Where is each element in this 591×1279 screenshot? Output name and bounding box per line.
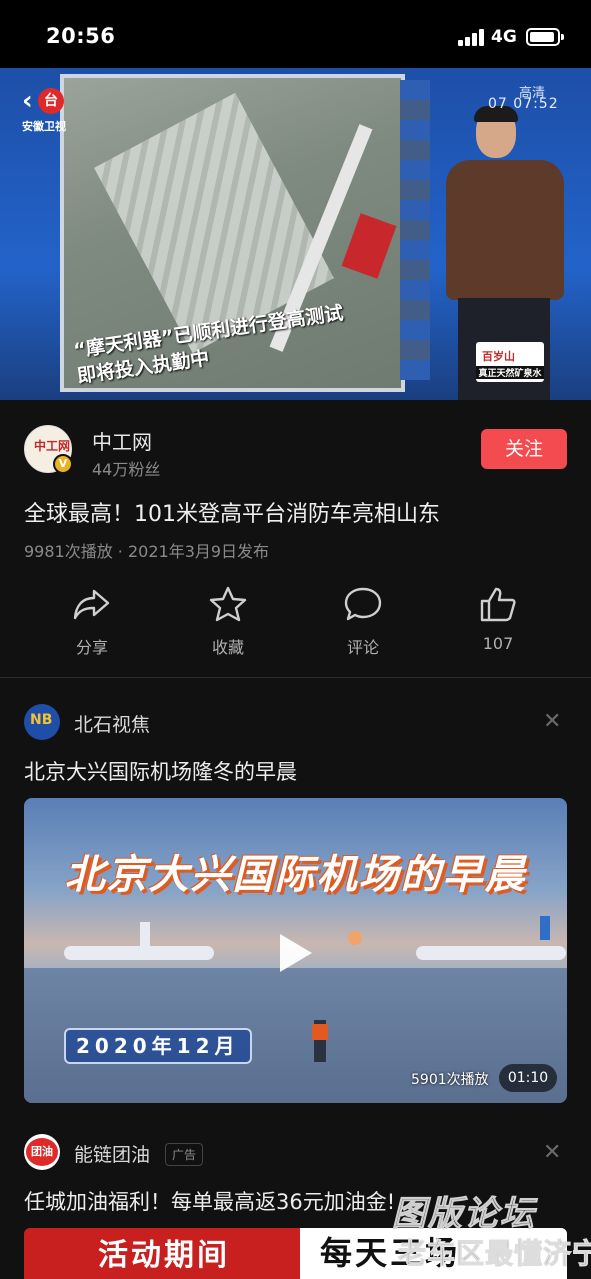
thumbnail-date: 2020年12月	[64, 1028, 252, 1064]
close-icon[interactable]: ✕	[543, 709, 561, 734]
channel-logo: 台 安徽卫视	[22, 88, 82, 138]
publisher-name[interactable]: 中工网	[92, 426, 152, 455]
comment-label: 评论	[346, 638, 379, 657]
like-button[interactable]: 107	[448, 580, 548, 670]
airplane-tail-image	[140, 922, 150, 946]
channel-logo-icon: 台	[38, 88, 64, 114]
watermark-subtitle: 老车区最懂济宁	[397, 1237, 591, 1271]
ad-source[interactable]: 能链团油	[74, 1140, 150, 1167]
publisher-fans: 44万粉丝	[92, 460, 161, 479]
status-time: 20:56	[46, 24, 116, 48]
favorite-button[interactable]: 收藏	[178, 580, 278, 670]
thumbs-up-icon	[480, 587, 516, 622]
thumbnail-banner: 北京大兴国际机场的早晨	[64, 852, 527, 898]
video-meta: 9981次播放 · 2021年3月9日发布	[24, 542, 270, 561]
battery-icon	[526, 28, 564, 46]
share-icon	[73, 589, 110, 620]
video-title: 全球最高！101米登高平台消防车亮相山东	[24, 502, 440, 527]
recommendation-title[interactable]: 北京大兴国际机场隆冬的早晨	[24, 756, 297, 786]
sponsor-ad: 百岁山 真正天然矿泉水	[476, 342, 544, 382]
star-icon	[209, 586, 247, 622]
source-avatar-logo: NB	[30, 712, 53, 728]
ad-image-text: 活动期间	[98, 1238, 230, 1273]
like-count: 107	[482, 634, 514, 653]
worker-vest-image	[312, 1024, 328, 1040]
ad-title[interactable]: 任城加油福利！每单最高返36元加油金!	[24, 1186, 395, 1216]
video-player[interactable]: “摩天利器”已顺利进行登高测试 即将投入执勤中 ‹ 台 安徽卫视 高清 07 0…	[0, 68, 591, 400]
favorite-label: 收藏	[211, 638, 244, 657]
sun-image	[348, 931, 362, 945]
section-divider	[0, 677, 591, 678]
action-bar: 分享 收藏 评论 107	[0, 580, 591, 676]
share-label: 分享	[75, 638, 108, 657]
verified-badge-icon: V	[53, 454, 73, 474]
watermark: 图版论坛	[392, 1194, 536, 1235]
comment-icon	[344, 587, 382, 621]
channel-logo-text: 安徽卫视	[22, 120, 66, 133]
close-icon[interactable]: ✕	[543, 1140, 561, 1165]
publisher-row: 中工网 V 中工网 44万粉丝 关注	[0, 400, 591, 492]
airplane-tail-image	[540, 916, 550, 940]
source-avatar[interactable]: NB	[24, 704, 60, 740]
sponsor-brand: 百岁山	[482, 350, 515, 363]
thumbnail-duration: 01:10	[499, 1064, 557, 1092]
network-type: 4G	[491, 27, 517, 47]
fire-truck-image	[341, 213, 397, 279]
airplane-image	[416, 946, 566, 960]
airplane-image	[64, 946, 214, 960]
recommendation-thumbnail[interactable]: 北京大兴国际机场的早晨 2020年12月 5901次播放 01:10	[24, 798, 567, 1103]
ad-source-avatar-text: 团油	[26, 1138, 58, 1166]
publisher-avatar-text: 中工网	[34, 439, 71, 453]
recommendation-source[interactable]: 北石视焦	[74, 710, 150, 737]
status-bar: 20:56 4G	[0, 0, 591, 68]
follow-button[interactable]: 关注	[481, 429, 567, 469]
thumbnail-views: 5901次播放	[411, 1072, 489, 1088]
sponsor-slogan: 真正天然矿泉水	[476, 366, 544, 379]
signal-icon	[458, 29, 486, 46]
ad-source-avatar[interactable]: 团油	[24, 1134, 60, 1170]
comment-button[interactable]: 评论	[313, 580, 413, 670]
side-thumbnail-strip	[400, 80, 430, 380]
broadcast-clock: 07 07:52	[488, 96, 559, 112]
play-icon[interactable]	[280, 934, 312, 972]
share-button[interactable]: 分享	[42, 580, 142, 670]
ad-badge: 广告	[165, 1143, 204, 1166]
